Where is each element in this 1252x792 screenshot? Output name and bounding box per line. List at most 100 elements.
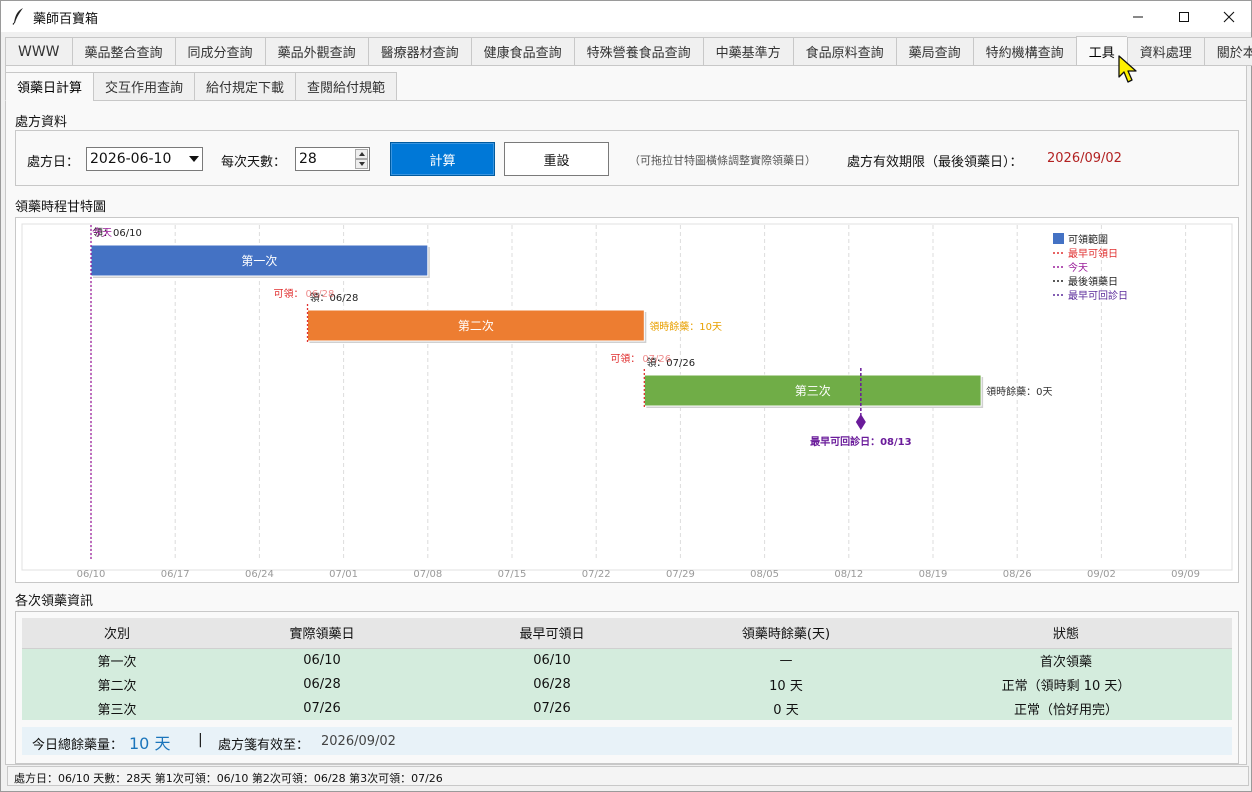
spin-down-icon[interactable] [355,159,368,169]
prescription-section-title: 處方資料 [15,115,68,130]
expiry-label: 處方有效期限（最後領藥日）： [847,155,1023,170]
col-header-order[interactable]: 次別 [22,618,212,649]
cell-earliest-date: 06/10 [432,648,672,672]
today-label: 今天 [92,226,112,239]
tab-medical-device[interactable]: 醫療器材查詢 [367,37,471,66]
mouse-cursor-icon [1118,55,1137,83]
reset-button[interactable]: 重設 [504,142,609,176]
sub-tab-bar: 領藥日計算 交互作用查詢 給付規定下載 查閱給付規範 [5,72,398,101]
tab-www[interactable]: WWW [5,37,72,66]
tab-contract-institution[interactable]: 特約機構查詢 [972,37,1076,66]
cell-remaining: — [672,648,900,672]
days-spinbox[interactable]: 28 [295,147,370,171]
minimize-button[interactable] [1115,1,1161,32]
status-text: 處方日：06/10 天數：28天 第1次可領：06/10 第2次可領：06/28… [14,772,443,785]
cell-remaining: 0 天 [672,696,900,720]
x-tick-label: 07/01 [329,569,358,579]
gantt-bar-label: 第一次 [241,254,277,268]
summary-bar: 今日總餘藥量： 10 天 | 處方箋有效至： 2026/09/02 [22,727,1232,755]
tab-special-nutrition[interactable]: 特殊營養食品查詢 [573,37,703,66]
col-header-status[interactable]: 狀態 [900,618,1232,649]
cell-order: 第三次 [22,696,212,720]
x-tick-label: 08/26 [1003,569,1032,579]
x-tick-label: 08/05 [750,569,779,579]
table-row[interactable]: 第三次 07/26 07/26 0 天 正常（恰好用完） [22,696,1232,720]
cell-earliest-date: 06/28 [432,672,672,696]
valid-until-value: 2026/09/02 [321,734,396,749]
cell-order: 第二次 [22,672,212,696]
x-tick-label: 09/02 [1087,569,1116,579]
gantt-section-title: 領藥時程甘特圖 [15,200,107,215]
tab-payment-download[interactable]: 給付規定下載 [194,72,296,101]
drag-hint: （可拖拉甘特圖橫條調整實際領藥日） [629,154,816,167]
x-tick-label: 07/08 [413,569,442,579]
legend-label: 最早可回診日 [1068,289,1128,302]
main-tab-bar: WWW 藥品整合查詢 同成分查詢 藥品外觀查詢 醫療器材查詢 健康食品查詢 特殊… [5,36,1252,66]
title-bar: 藥師百寶箱 [1,1,1251,32]
cell-actual-date: 06/28 [212,672,432,696]
summary-separator: | [198,732,203,748]
cell-status: 正常（恰好用完） [900,696,1232,720]
table-row[interactable]: 第二次 06/28 06/28 10 天 正常（領時剩 10 天） [22,672,1232,696]
tab-pharmacy[interactable]: 藥局查詢 [895,37,973,66]
status-bar: 處方日：06/10 天數：28天 第1次可領：06/10 第2次可領：06/28… [7,766,1249,786]
tab-about[interactable]: 關於本程式 [1203,37,1252,66]
legend-label: 今天 [1068,261,1088,274]
prescription-date-label: 處方日： [27,155,80,170]
tab-food-ingredient[interactable]: 食品原料查詢 [792,37,896,66]
tab-health-food[interactable]: 健康食品查詢 [470,37,574,66]
tab-interaction[interactable]: 交互作用查詢 [93,72,195,101]
cell-earliest-date: 07/26 [432,696,672,720]
total-remaining-label: 今日總餘藥量： [32,738,124,753]
expiry-value: 2026/09/02 [1047,151,1122,166]
x-tick-label: 08/19 [919,569,948,579]
tab-drug-appearance[interactable]: 藥品外觀查詢 [264,37,368,66]
earliest-date-label: 06/28 [306,289,335,300]
minimize-icon [1133,16,1143,17]
tab-payment-rules[interactable]: 查閱給付規範 [295,72,398,101]
legend-label: 最後領藥日 [1068,275,1118,288]
prescription-date-picker[interactable]: 2026-06-10 [86,147,203,171]
earliest-date-label: 可領： [274,287,304,300]
legend-label: 最早可領日 [1068,247,1118,260]
revisit-label: 最早可回診日：08/13 [810,435,912,448]
remaining-label: 領時餘藥：0天 [986,385,1052,398]
cell-actual-date: 07/26 [212,696,432,720]
tab-pickup-date-calc[interactable]: 領藥日計算 [5,72,94,101]
pickup-info-table: 次別 實際領藥日 最早可領日 領藥時餘藥(天) 狀態 第一次 06/10 06/… [22,618,1232,720]
table-row[interactable]: 第一次 06/10 06/10 — 首次領藥 [22,648,1232,672]
maximize-button[interactable] [1161,1,1207,32]
table-section-title: 各次領藥資訊 [15,594,94,609]
gantt-bar-label: 第二次 [458,319,494,333]
x-tick-label: 07/22 [582,569,611,579]
tab-same-ingredient[interactable]: 同成分查詢 [174,37,265,66]
col-header-remaining[interactable]: 領藥時餘藥(天) [672,618,900,649]
cell-status: 首次領藥 [900,648,1232,672]
earliest-date-label: 可領： [610,352,640,365]
remaining-label: 領時餘藥：10天 [649,320,722,333]
prescription-date-value: 2026-06-10 [90,151,172,167]
col-header-actual-date[interactable]: 實際領藥日 [212,618,432,649]
tab-drug-search[interactable]: 藥品整合查詢 [71,37,175,66]
spin-up-icon[interactable] [355,149,368,159]
tab-chinese-medicine[interactable]: 中藥基準方 [702,37,793,66]
col-header-earliest-date[interactable]: 最早可領日 [432,618,672,649]
calculate-button[interactable]: 計算 [390,142,495,176]
maximize-icon [1179,11,1189,22]
valid-until-label: 處方箋有效至： [218,738,310,753]
gantt-bar-label: 第三次 [795,384,831,398]
cell-order: 第一次 [22,648,212,672]
x-tick-label: 06/10 [77,569,106,579]
quill-icon [12,8,23,25]
close-button[interactable] [1206,1,1252,32]
dropdown-arrow-icon[interactable] [186,148,202,170]
earliest-date-label: 07/26 [642,354,671,365]
x-tick-label: 06/17 [161,569,190,579]
cell-actual-date: 06/10 [212,648,432,672]
app-window: 藥師百寶箱 WWW 藥品整合查詢 同成分查詢 藥品外觀查詢 醫療器材查詢 健康食… [0,0,1252,792]
cell-status: 正常（領時剩 10 天） [900,672,1232,696]
x-tick-label: 09/09 [1171,569,1200,579]
total-remaining-value: 10 天 [129,734,171,753]
table-header-row: 次別 實際領藥日 最早可領日 領藥時餘藥(天) 狀態 [22,618,1232,649]
days-value: 28 [299,151,317,167]
